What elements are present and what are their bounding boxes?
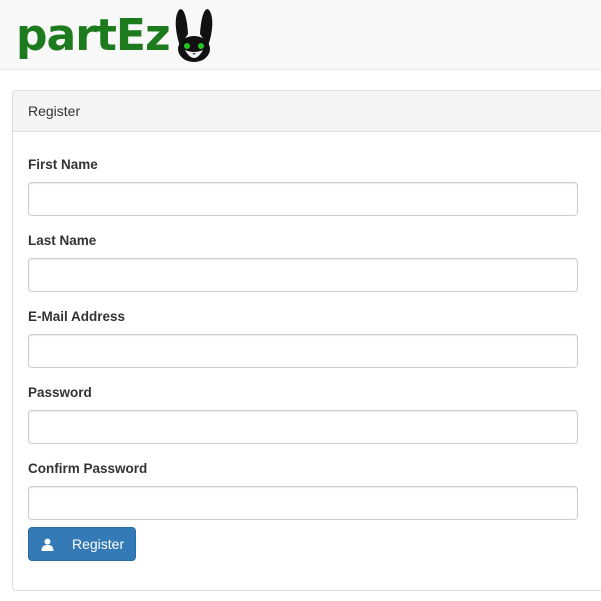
user-icon bbox=[41, 538, 54, 551]
password-label: Password bbox=[28, 385, 92, 400]
email-label: E-Mail Address bbox=[28, 309, 126, 324]
first-name-label: First Name bbox=[28, 157, 98, 172]
email-input[interactable] bbox=[28, 334, 578, 368]
register-button[interactable]: Register bbox=[28, 527, 136, 561]
confirm-password-label: Confirm Password bbox=[28, 461, 148, 476]
brand-name: partEz bbox=[16, 10, 171, 61]
register-button-label: Register bbox=[72, 536, 125, 552]
password-input[interactable] bbox=[28, 410, 578, 444]
brand-link[interactable]: partEz bbox=[16, 6, 216, 66]
first-name-group: First Name bbox=[28, 156, 578, 216]
panel-heading: Register bbox=[13, 91, 601, 132]
password-group: Password bbox=[28, 384, 578, 444]
register-panel: Register First Name Last Name E-Mail Add… bbox=[12, 90, 601, 591]
last-name-input[interactable] bbox=[28, 258, 578, 292]
email-group: E-Mail Address bbox=[28, 308, 578, 368]
confirm-password-input[interactable] bbox=[28, 486, 578, 520]
navbar: partEz bbox=[0, 0, 601, 70]
last-name-label: Last Name bbox=[28, 233, 97, 248]
last-name-group: Last Name bbox=[28, 232, 578, 292]
confirm-password-group: Confirm Password bbox=[28, 460, 578, 520]
rabbit-head-icon bbox=[175, 9, 212, 62]
first-name-input[interactable] bbox=[28, 182, 578, 216]
